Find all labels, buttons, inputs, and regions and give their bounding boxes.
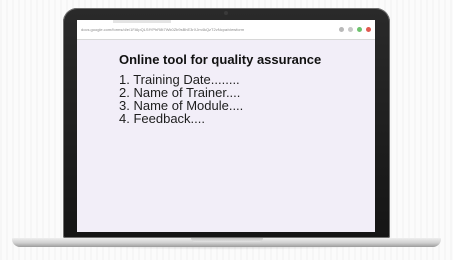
page-title: Online tool for quality assurance xyxy=(119,52,322,67)
address-bar[interactable]: docs.google.com/forms/d/e/1FAIpQLSfYPhR8… xyxy=(81,27,313,33)
camera-icon xyxy=(224,11,228,15)
browser-toolbar: docs.google.com/forms/d/e/1FAIpQLSfYPhR8… xyxy=(77,20,375,40)
page-content: Online tool for quality assurance 1. Tra… xyxy=(77,40,375,125)
star-icon[interactable] xyxy=(348,27,353,32)
laptop-opening-notch xyxy=(191,238,263,242)
list-item-feedback: 4. Feedback.... xyxy=(119,111,205,126)
zoom-icon[interactable] xyxy=(339,27,344,32)
extension-icon[interactable] xyxy=(357,27,362,32)
menu-icon[interactable] xyxy=(366,27,371,32)
browser-actions xyxy=(339,27,371,32)
backdrop: docs.google.com/forms/d/e/1FAIpQLSfYPhR8… xyxy=(0,0,453,260)
browser-tab[interactable] xyxy=(113,20,171,23)
laptop-screen: docs.google.com/forms/d/e/1FAIpQLSfYPhR8… xyxy=(77,20,375,232)
